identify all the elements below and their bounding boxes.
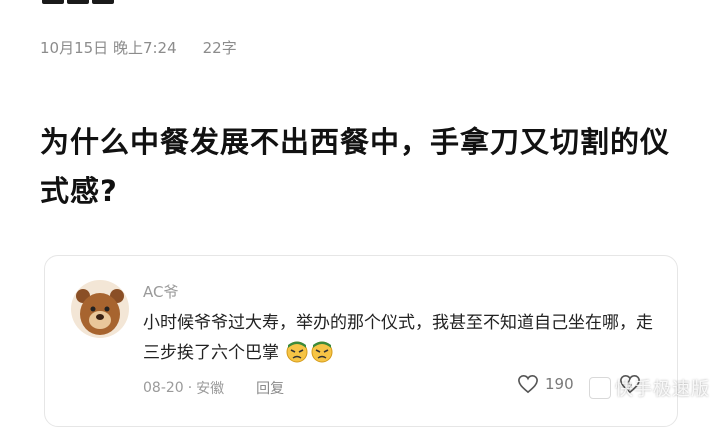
reply-button[interactable]: 回复 [256,378,284,398]
comment-text: 小时候爷爷过大寿，举办的那个仪式，我甚至不知道自己坐在哪，走三步挨了六个巴掌 [143,308,663,368]
comment-date: 08-20 [143,380,184,396]
post-date: 10月15日 晚上7:24 [40,39,177,57]
like-count: 190 [545,375,574,393]
like-button[interactable]: 190 [517,374,574,394]
post-meta: 10月15日 晚上7:24 22字 [40,37,237,58]
comment-body: 小时候爷爷过大寿，举办的那个仪式，我甚至不知道自己坐在哪，走三步挨了六个巴掌 [143,313,653,363]
word-count: 22字 [202,39,237,57]
meta-separator: · [187,380,193,396]
app-watermark: 快手极速版 [589,375,710,401]
angry-face-emoji-icon [311,341,333,363]
post-title: 为什么中餐发展不出西餐中，手拿刀又切割的仪式感? [40,125,671,208]
kuaishou-logo-icon [589,377,611,399]
comment-location: 安徽 [196,381,225,397]
heart-icon [518,374,538,394]
comment-footer: 08-20 · 安徽 回复 [143,378,284,398]
bear-avatar-icon [71,280,129,338]
comment-username[interactable]: AC爷 [143,281,178,302]
angry-face-emoji-icon [286,341,308,363]
watermark-text: 快手极速版 [615,379,710,400]
avatar[interactable] [71,280,129,338]
comment-card[interactable]: AC爷 小时候爷爷过大寿，举办的那个仪式，我甚至不知道自己坐在哪，走三步挨了六个… [44,255,678,427]
clipped-top-text [42,0,122,6]
